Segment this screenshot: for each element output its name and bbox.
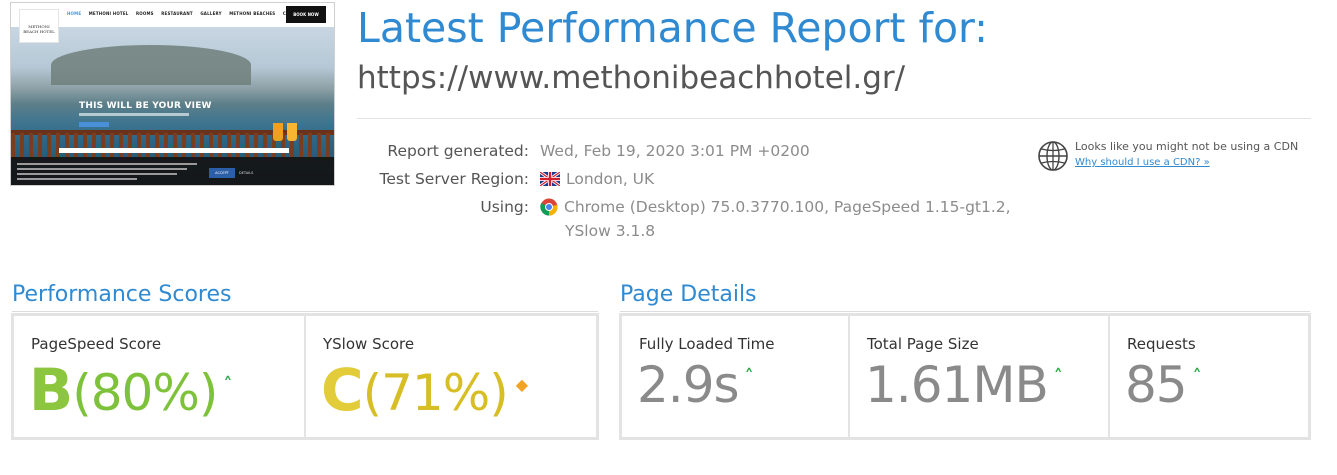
- fully-loaded-value-row: 2.9s ˄: [637, 356, 754, 414]
- page-title: Latest Performance Report for:: [357, 4, 988, 52]
- yslow-grade: C: [321, 356, 364, 424]
- page-details-title: Page Details: [620, 282, 757, 307]
- cdn-help-link[interactable]: Why should I use a CDN? »: [1075, 157, 1210, 168]
- thumbnail-rail: [11, 133, 334, 159]
- pagespeed-score-label: PageSpeed Score: [31, 335, 162, 353]
- cdn-notice-text: Looks like you might not be using a CDN: [1075, 140, 1299, 153]
- thumbnail-menu-item: ROOMS: [136, 11, 154, 16]
- thumbnail-logo: METHONI BEACH HOTEL: [19, 9, 59, 43]
- divider: [357, 118, 1311, 119]
- total-size-value-row: 1.61MB ˄: [865, 356, 1063, 414]
- thumbnail-book-button: BOOK NOW: [286, 6, 326, 23]
- section-divider: [620, 311, 1310, 312]
- thumbnail-glass: [273, 123, 283, 141]
- total-size-label: Total Page Size: [867, 335, 979, 353]
- fully-loaded-label: Fully Loaded Time: [639, 335, 775, 353]
- thumbnail-menu-item: GALLERY: [200, 11, 222, 16]
- chrome-icon: [540, 198, 558, 216]
- report-generated-label: Report generated:: [387, 142, 529, 160]
- total-size-cell: Total Page Size 1.61MB ˄: [850, 316, 1108, 437]
- server-region-label: Test Server Region:: [379, 170, 530, 188]
- total-size-value: 1.61MB: [865, 356, 1049, 414]
- arrow-up-icon: ˄: [1053, 366, 1063, 387]
- fully-loaded-value: 2.9s: [637, 356, 740, 414]
- using-value-row: Chrome (Desktop) 75.0.3770.100, PageSpee…: [540, 198, 1011, 216]
- arrow-up-icon: ˄: [1192, 366, 1202, 387]
- section-divider: [12, 311, 598, 312]
- thumbnail-cookie-line: [17, 178, 137, 180]
- yslow-score-cell: YSlow Score C(71%) ◆: [306, 316, 596, 437]
- yslow-percent: (71%): [362, 364, 509, 422]
- thumbnail-details-link: DETAILS: [239, 171, 254, 175]
- yslow-score-value: C(71%) ◆: [321, 356, 528, 424]
- thumbnail-mountain: [51, 45, 251, 85]
- thumbnail-menu-item: METHONI HOTEL: [88, 11, 129, 16]
- requests-cell: Requests 85 ˄: [1110, 316, 1308, 437]
- page-details-panel: Fully Loaded Time 2.9s ˄ Total Page Size …: [619, 313, 1311, 440]
- thumbnail-headline: THIS WILL BE YOUR VIEW: [79, 101, 212, 111]
- thumbnail-nav: HOME METHONI HOTEL ROOMS RESTAURANT GALL…: [11, 3, 334, 27]
- pagespeed-score-value: B(80%) ˄: [29, 356, 232, 424]
- thumbnail-accept-button: ACCEPT: [209, 168, 235, 178]
- site-thumbnail[interactable]: HOME METHONI HOTEL ROOMS RESTAURANT GALL…: [10, 2, 335, 186]
- thumbnail-cookie-line: [17, 163, 197, 165]
- server-region-value-row: London, UK: [540, 170, 654, 188]
- thumbnail-bar: [59, 148, 289, 153]
- thumbnail-menu-item: RESTAURANT: [161, 11, 193, 16]
- globe-icon: [1038, 141, 1068, 171]
- performance-scores-title: Performance Scores: [12, 282, 232, 307]
- requests-value: 85: [1125, 356, 1188, 414]
- arrow-up-icon: ˄: [744, 366, 754, 387]
- thumbnail-cta: [79, 122, 109, 127]
- using-value-line2: YSlow 3.1.8: [565, 222, 656, 240]
- report-url: https://www.methonibeachhotel.gr/: [357, 60, 906, 96]
- thumbnail-menu: HOME METHONI HOTEL ROOMS RESTAURANT GALL…: [67, 11, 311, 16]
- requests-value-row: 85 ˄: [1125, 356, 1202, 414]
- server-region-value: London, UK: [566, 170, 655, 188]
- thumbnail-glass: [287, 123, 297, 141]
- thumbnail-cookie-banner: ACCEPT DETAILS: [11, 157, 334, 185]
- pagespeed-percent: (80%): [72, 364, 218, 422]
- arrow-up-icon: ˄: [223, 374, 232, 395]
- thumbnail-hero: THIS WILL BE YOUR VIEW ACCEPT DETAILS: [11, 27, 334, 185]
- using-label: Using:: [480, 198, 529, 216]
- report-generated-value: Wed, Feb 19, 2020 3:01 PM +0200: [540, 142, 810, 160]
- thumbnail-menu-item: HOME: [67, 11, 82, 16]
- pagespeed-grade: B: [29, 356, 73, 424]
- fully-loaded-cell: Fully Loaded Time 2.9s ˄: [622, 316, 848, 437]
- yslow-score-label: YSlow Score: [323, 335, 415, 353]
- thumbnail-cookie-line: [17, 168, 187, 170]
- thumbnail-menu-item: METHONI BEACHES: [229, 11, 276, 16]
- uk-flag-icon: [540, 172, 560, 186]
- diamond-icon: ◆: [515, 375, 528, 394]
- pagespeed-score-cell: PageSpeed Score B(80%) ˄: [14, 316, 304, 437]
- performance-scores-panel: PageSpeed Score B(80%) ˄ YSlow Score C(71…: [11, 313, 599, 440]
- thumbnail-subline: [79, 113, 189, 116]
- thumbnail-cookie-line: [17, 173, 177, 175]
- requests-label: Requests: [1127, 335, 1196, 353]
- using-value-line1: Chrome (Desktop) 75.0.3770.100, PageSpee…: [564, 198, 1011, 216]
